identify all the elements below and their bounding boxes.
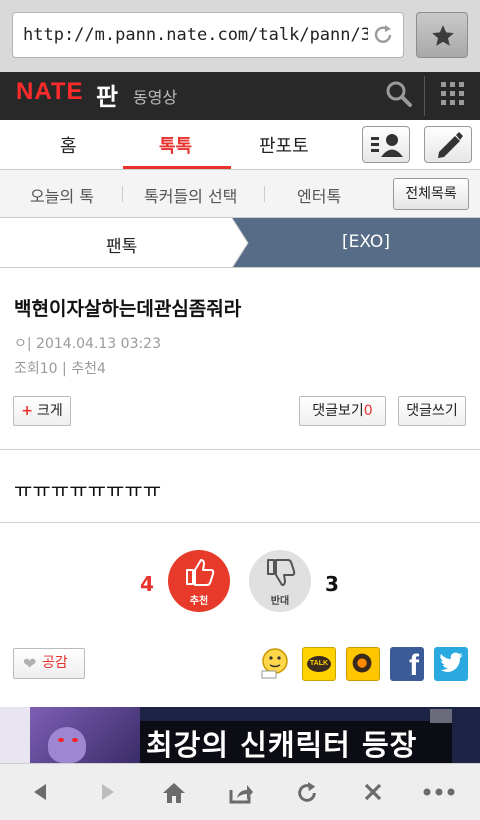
ad-headline: 최강의 신캐릭터 등장 — [146, 728, 418, 762]
video-link[interactable]: 동영상 — [133, 84, 177, 108]
emoticon-icon[interactable] — [258, 647, 292, 681]
recommend-label: 추천 — [189, 596, 209, 607]
twitter-bird-icon — [440, 652, 463, 672]
sub-tabs: 오늘의 톡 톡커들의 선택 엔터톡 전체목록 — [0, 170, 480, 218]
plus-icon: + — [21, 403, 33, 419]
browser-bottom-toolbar — [0, 763, 480, 820]
oppose-button[interactable]: 반대 — [249, 550, 311, 612]
view-comments-button[interactable]: 댓글보기0 — [299, 396, 386, 426]
close-icon[interactable] — [363, 782, 383, 802]
font-bigger-button[interactable]: + 크게 — [13, 396, 71, 426]
divider — [0, 449, 480, 450]
emoticon-face-icon — [261, 648, 288, 679]
kakaostory-mark-icon — [352, 653, 372, 673]
bookmark-button[interactable] — [416, 12, 468, 58]
ad-character-face — [48, 727, 86, 763]
sub-tab-divider — [122, 186, 123, 202]
back-icon[interactable] — [30, 782, 50, 802]
site-header: NATE 판 동영상 — [0, 72, 480, 120]
empathy-label: 공감 — [42, 655, 68, 671]
ad-info-icon[interactable] — [430, 709, 452, 723]
browser-url-bar: http://m.pann.nate.com/talk/pann/3 — [0, 0, 480, 72]
pencil-icon — [438, 132, 463, 158]
recommend-button[interactable]: 추천 — [168, 550, 230, 612]
main-tabs: 홈 톡톡 판포토 — [0, 120, 480, 170]
thumbs-down-icon — [267, 559, 296, 586]
sub-tab-today[interactable]: 오늘의 톡 — [30, 183, 94, 207]
breadcrumb-fan-talk[interactable]: 팬톡 — [106, 232, 137, 257]
header-divider — [424, 76, 425, 116]
post-writer-date: ㅇ| 2014.04.13 03:23 — [14, 336, 162, 352]
sub-tab-divider — [264, 186, 265, 202]
ad-character-eye — [72, 738, 78, 742]
reload-icon[interactable] — [371, 23, 395, 47]
tab-talk[interactable]: 톡톡 — [159, 132, 192, 158]
breadcrumb: 팬톡 [EXO] — [0, 218, 480, 268]
more-icon[interactable] — [422, 782, 456, 802]
view-comments-label: 댓글보기 — [312, 403, 364, 419]
oppose-count: 3 — [325, 572, 339, 596]
kakaotalk-label: TALK — [307, 656, 331, 672]
nate-logo[interactable]: NATE — [16, 78, 84, 106]
home-icon[interactable] — [162, 782, 186, 804]
kakaotalk-icon[interactable]: TALK — [302, 647, 336, 681]
my-page-button[interactable] — [362, 126, 410, 163]
divider — [0, 522, 480, 523]
recommend-count: 4 — [140, 572, 154, 596]
search-icon[interactable] — [385, 80, 413, 108]
breadcrumb-arrow-icon — [232, 218, 266, 267]
pann-logo[interactable]: 판 — [96, 77, 118, 112]
facebook-icon[interactable]: f — [390, 647, 424, 681]
font-bigger-label: 크게 — [36, 403, 63, 419]
ad-text-box: 최강의 신캐릭터 등장 — [140, 721, 452, 763]
url-input[interactable]: http://m.pann.nate.com/talk/pann/3 — [12, 12, 404, 58]
oppose-label: 반대 — [270, 596, 290, 607]
post-body: ㅠㅠㅠㅠㅠㅠㅠㅠ — [14, 478, 162, 502]
forward-icon[interactable] — [98, 782, 118, 802]
reload-icon[interactable] — [296, 782, 318, 804]
tab-pann-photo[interactable]: 판포토 — [259, 132, 309, 158]
empathy-button[interactable]: ❤ 공감 — [13, 648, 85, 679]
star-icon — [432, 25, 454, 46]
thumbs-up-icon — [186, 559, 215, 586]
ad-banner[interactable]: 최강의 신캐릭터 등장 — [0, 707, 480, 763]
comment-count: 0 — [363, 403, 373, 419]
share-icon[interactable] — [229, 782, 253, 804]
kakaostory-icon[interactable] — [346, 647, 380, 681]
user-list-icon — [371, 134, 403, 157]
write-comment-button[interactable]: 댓글쓰기 — [398, 396, 466, 426]
ad-character-image — [30, 707, 140, 763]
write-post-button[interactable] — [424, 126, 472, 163]
ad-character-eye — [58, 738, 64, 742]
url-text: http://m.pann.nate.com/talk/pann/3 — [23, 25, 368, 45]
twitter-icon[interactable] — [434, 647, 468, 681]
breadcrumb-exo[interactable]: [EXO] — [342, 232, 390, 252]
ad-left-panel — [0, 707, 30, 763]
tab-home[interactable]: 홈 — [60, 132, 77, 158]
all-list-button[interactable]: 전체목록 — [393, 178, 469, 210]
grid-menu-icon[interactable] — [440, 81, 466, 107]
active-tab-indicator — [123, 166, 231, 169]
heart-icon: ❤ — [23, 654, 37, 673]
sub-tab-talkers-choice[interactable]: 톡커들의 선택 — [144, 183, 237, 207]
sub-tab-enter-talk[interactable]: 엔터톡 — [297, 183, 341, 207]
post-title: 백현이자살하는데관심좀줘라 — [14, 298, 242, 320]
post-stats: 조회10 | 추천4 — [14, 361, 106, 377]
